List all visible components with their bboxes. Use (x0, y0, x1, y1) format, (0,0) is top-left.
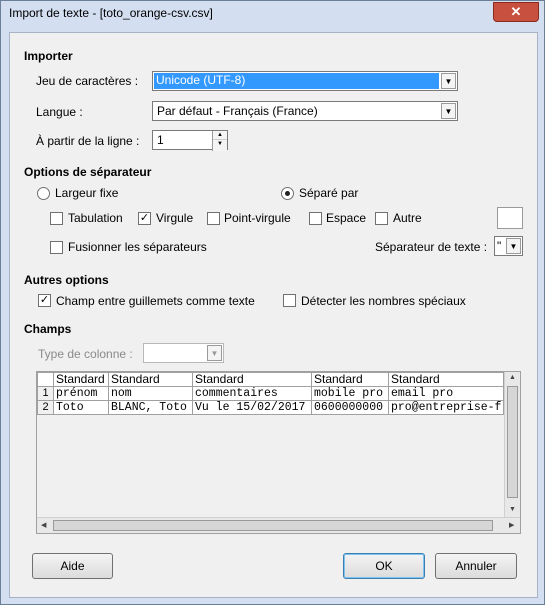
tab-checkbox[interactable] (50, 212, 63, 225)
space-checkbox[interactable] (309, 212, 322, 225)
column-type-header[interactable]: Standard (311, 372, 389, 387)
corner-cell[interactable] (37, 372, 54, 387)
comma-label: Virgule (156, 211, 194, 225)
table-cell[interactable]: BLANC, Toto (108, 400, 193, 415)
table-cell[interactable]: Vu le 15/02/2017 (192, 400, 312, 415)
column-type-header[interactable]: Standard (387, 372, 505, 387)
column-type-header[interactable]: Standard (53, 372, 109, 387)
row-number[interactable]: 1 (37, 386, 54, 401)
column-type-header[interactable]: Standard (108, 372, 193, 387)
spin-down-icon[interactable]: ▼ (213, 140, 227, 149)
merge-separators-label: Fusionner les séparateurs (68, 240, 207, 254)
fixed-width-radio[interactable] (37, 187, 50, 200)
other-options-heading: Autres options (24, 273, 109, 287)
text-separator-value: " (497, 239, 502, 253)
column-type-dropdown[interactable]: ▼ (143, 343, 224, 363)
from-line-label: À partir de la ligne : (36, 134, 140, 148)
dialog-content: Importer Jeu de caractères : Unicode (UT… (9, 32, 538, 598)
table-row: 1 prénom nom commentaires mobile pro ema… (37, 386, 505, 401)
chevron-down-icon[interactable]: ▼ (441, 103, 456, 119)
table-cell[interactable]: Toto (53, 400, 109, 415)
separated-by-radio[interactable] (281, 187, 294, 200)
cancel-button[interactable]: Annuler (435, 553, 517, 579)
vertical-scrollbar[interactable]: ▲ ▼ (504, 372, 520, 518)
table-cell[interactable]: nom (108, 386, 193, 401)
other-checkbox[interactable] (375, 212, 388, 225)
table-cell[interactable]: email pro (387, 386, 505, 401)
window-title: Import de texte - [toto_orange-csv.csv] (9, 6, 213, 20)
semicolon-checkbox[interactable] (207, 212, 220, 225)
language-dropdown[interactable]: Par défaut - Français (France) ▼ (152, 101, 458, 121)
charset-dropdown[interactable]: Unicode (UTF-8) ▼ (152, 71, 458, 91)
close-icon[interactable]: ✕ (493, 2, 539, 22)
chevron-down-icon[interactable]: ▼ (207, 345, 222, 361)
table-cell[interactable]: commentaires (192, 386, 312, 401)
import-dialog: Import de texte - [toto_orange-csv.csv] … (0, 0, 545, 605)
scroll-down-icon[interactable]: ▼ (509, 506, 516, 513)
horizontal-scroll-thumb[interactable] (53, 520, 493, 531)
column-header-row: Standard Standard Standard Standard Stan… (37, 372, 505, 387)
space-label: Espace (326, 211, 367, 225)
fields-heading: Champs (24, 322, 72, 336)
horizontal-scrollbar[interactable]: ◀ ▶ (37, 517, 520, 533)
separator-heading: Options de séparateur (24, 165, 152, 179)
chevron-down-icon[interactable]: ▼ (441, 73, 456, 89)
text-separator-dropdown[interactable]: " ▼ (494, 236, 523, 256)
from-line-value[interactable]: 1 (155, 133, 166, 148)
preview-table: Standard Standard Standard Standard Stan… (37, 372, 505, 415)
table-cell[interactable]: 0600000000 (311, 400, 389, 415)
vertical-scroll-thumb[interactable] (507, 386, 518, 498)
column-type-label: Type de colonne : (38, 347, 133, 361)
merge-separators-checkbox[interactable] (50, 241, 63, 254)
quoted-as-text-label: Champ entre guillemets comme texte (56, 294, 255, 308)
chevron-down-icon[interactable]: ▼ (506, 238, 521, 254)
table-cell[interactable]: prénom (53, 386, 109, 401)
scroll-left-icon[interactable]: ◀ (41, 521, 46, 529)
semicolon-label: Point-virgule (224, 211, 291, 225)
charset-label: Jeu de caractères : (36, 74, 139, 88)
table-cell[interactable]: mobile pro (311, 386, 389, 401)
table-row: 2 Toto BLANC, Toto Vu le 15/02/2017 0600… (37, 400, 505, 415)
scroll-right-icon[interactable]: ▶ (509, 521, 514, 529)
scroll-up-icon[interactable]: ▲ (509, 374, 516, 381)
quoted-as-text-checkbox[interactable]: ✓ (38, 294, 51, 307)
spin-up-icon[interactable]: ▲ (213, 131, 227, 140)
charset-value: Unicode (UTF-8) (154, 73, 439, 89)
fixed-width-label: Largeur fixe (55, 186, 119, 200)
separated-by-label: Séparé par (299, 186, 359, 200)
help-button[interactable]: Aide (32, 553, 113, 579)
from-line-spinner[interactable]: 1 ▲ ▼ (152, 130, 228, 151)
importer-heading: Importer (24, 49, 73, 63)
column-type-header[interactable]: Standard (192, 372, 312, 387)
title-bar: Import de texte - [toto_orange-csv.csv] … (1, 1, 544, 25)
data-preview-grid[interactable]: Standard Standard Standard Standard Stan… (36, 371, 521, 534)
other-label: Autre (393, 211, 422, 225)
language-label: Langue : (36, 105, 83, 119)
spin-buttons[interactable]: ▲ ▼ (212, 131, 227, 151)
language-value: Par défaut - Français (France) (157, 104, 318, 118)
ok-button[interactable]: OK (343, 553, 425, 579)
tab-label: Tabulation (68, 211, 123, 225)
detect-special-checkbox[interactable] (283, 294, 296, 307)
text-separator-label: Séparateur de texte : (375, 240, 488, 254)
other-separator-input[interactable] (497, 207, 523, 229)
detect-special-label: Détecter les nombres spéciaux (301, 294, 466, 308)
row-number[interactable]: 2 (37, 400, 54, 415)
comma-checkbox[interactable]: ✓ (138, 212, 151, 225)
table-cell[interactable]: pro@entreprise-f (387, 400, 505, 415)
